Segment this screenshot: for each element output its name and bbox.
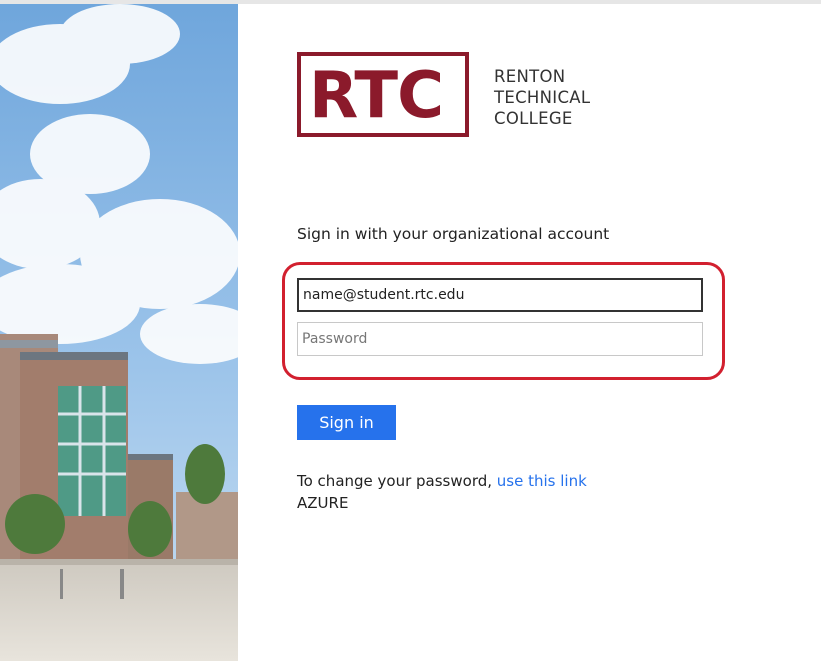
azure-label: AZURE [297, 494, 349, 512]
logo-box: RTC [297, 52, 469, 137]
signin-panel: RTC RENTON TECHNICAL COLLEGE Sign in wit… [238, 4, 821, 661]
sign-in-button[interactable]: Sign in [297, 405, 396, 440]
logo-line-2: TECHNICAL [494, 88, 591, 107]
campus-illustration [0, 4, 238, 661]
password-field[interactable] [297, 322, 703, 356]
change-password-text: To change your password, use this link [297, 470, 587, 492]
logo-text: RENTON TECHNICAL COLLEGE [494, 66, 590, 129]
rtc-logo: RTC RENTON TECHNICAL COLLEGE [297, 51, 617, 146]
change-password-prefix: To change your password, [297, 472, 497, 490]
logo-line-1: RENTON [494, 67, 566, 86]
logo-mark: RTC [309, 59, 444, 133]
email-field[interactable] [297, 278, 703, 312]
logo-line-3: COLLEGE [494, 109, 573, 128]
signin-heading: Sign in with your organizational account [297, 225, 610, 243]
change-password-link[interactable]: use this link [497, 472, 587, 490]
